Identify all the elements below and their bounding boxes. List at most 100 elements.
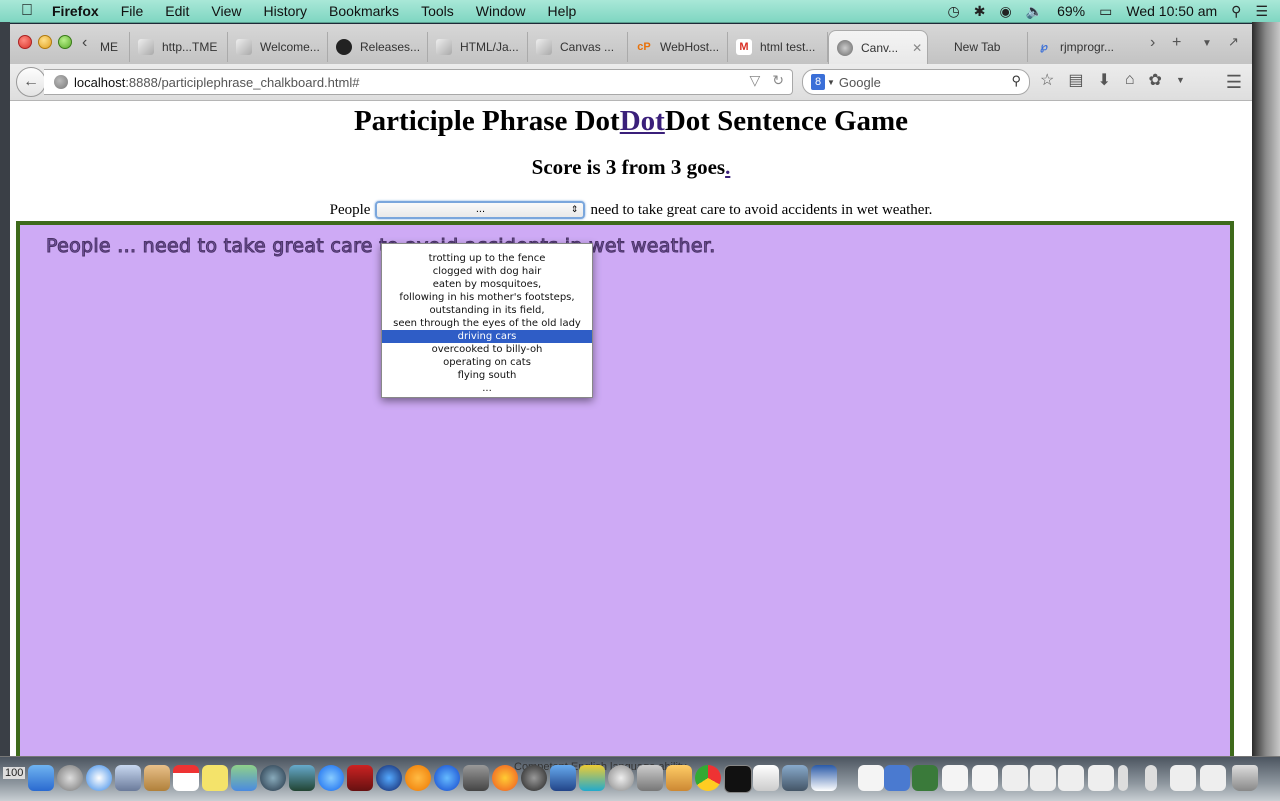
site-identity-icon[interactable] bbox=[54, 75, 68, 89]
time-machine-icon[interactable]: ◷ bbox=[948, 3, 960, 20]
url-bar[interactable]: localhost :8888/participlephrase_chalkbo… bbox=[44, 69, 793, 95]
addon-icon[interactable]: ✿ bbox=[1149, 70, 1162, 90]
menu-bookmarks[interactable]: Bookmarks bbox=[329, 3, 399, 19]
tab-html-ja[interactable]: HTML/Ja... bbox=[428, 32, 528, 62]
reading-list-icon[interactable]: ▤ bbox=[1068, 70, 1083, 90]
new-tab-icon[interactable]: + bbox=[1172, 34, 1181, 52]
script-editor-icon[interactable] bbox=[666, 765, 692, 791]
dropdown-option[interactable]: eaten by mosquitoes, bbox=[382, 278, 592, 291]
iphoto-icon[interactable] bbox=[289, 765, 315, 791]
spotlight-icon[interactable]: ⚲ bbox=[1231, 3, 1241, 20]
dropdown-option[interactable]: seen through the eyes of the old lady bbox=[382, 317, 592, 330]
dropdown-option[interactable]: ... bbox=[382, 382, 592, 395]
system-preferences-icon[interactable] bbox=[463, 765, 489, 791]
contacts-icon[interactable] bbox=[144, 765, 170, 791]
document-thumbnail[interactable] bbox=[1058, 765, 1084, 791]
tab-scroll-right-icon[interactable]: › bbox=[1150, 34, 1155, 52]
chrome-icon[interactable] bbox=[695, 765, 721, 791]
addon-dropdown-icon[interactable]: ▼ bbox=[1176, 75, 1185, 85]
tab-rjmprogr[interactable]: ℘ rjmprogr... bbox=[1028, 32, 1138, 62]
word-icon[interactable] bbox=[811, 765, 837, 791]
photo-booth-icon[interactable] bbox=[260, 765, 286, 791]
menu-firefox[interactable]: Firefox bbox=[52, 3, 99, 19]
utility-icon[interactable] bbox=[608, 765, 634, 791]
search-bar[interactable]: 8 ▼ Google ⚲ bbox=[802, 69, 1030, 95]
zoom-window-button[interactable] bbox=[58, 35, 72, 49]
tab-me[interactable]: ME bbox=[96, 32, 130, 62]
menu-history[interactable]: History bbox=[263, 3, 307, 19]
preview-icon[interactable] bbox=[782, 765, 808, 791]
trash-icon[interactable] bbox=[1232, 765, 1258, 791]
launchpad-icon[interactable] bbox=[57, 765, 83, 791]
document-thumbnail[interactable] bbox=[1118, 765, 1128, 791]
tab-canv-active[interactable]: Canv... ✕ bbox=[828, 30, 928, 64]
notification-center-icon[interactable]: ☰ bbox=[1255, 3, 1268, 20]
chalkboard-thumbnail[interactable] bbox=[912, 765, 938, 791]
battery-percent[interactable]: 69% bbox=[1057, 3, 1085, 19]
dropdown-option[interactable]: overcooked to billy-oh bbox=[382, 343, 592, 356]
score-link[interactable]: . bbox=[725, 155, 730, 179]
minimize-window-button[interactable] bbox=[38, 35, 52, 49]
tab-releases[interactable]: Releases... bbox=[328, 32, 428, 62]
notes-icon[interactable] bbox=[202, 765, 228, 791]
document-thumbnail[interactable] bbox=[1088, 765, 1114, 791]
engine-dropdown-icon[interactable]: ▼ bbox=[827, 78, 835, 87]
clock[interactable]: Wed 10:50 am bbox=[1126, 3, 1217, 19]
menu-view[interactable]: View bbox=[211, 3, 241, 19]
home-icon[interactable]: ⌂ bbox=[1125, 71, 1135, 89]
window-thumbnail[interactable] bbox=[884, 765, 910, 791]
menu-window[interactable]: Window bbox=[476, 3, 526, 19]
menu-file[interactable]: File bbox=[121, 3, 144, 19]
tab-http-tme[interactable]: http...TME bbox=[130, 32, 228, 62]
bluetooth-icon[interactable]: ✱ bbox=[974, 3, 986, 20]
maps-icon[interactable] bbox=[231, 765, 257, 791]
dropdown-option-highlighted[interactable]: driving cars bbox=[382, 330, 592, 343]
wifi-icon[interactable]: ◉ bbox=[999, 3, 1011, 20]
dropdown-option[interactable]: outstanding in its field, bbox=[382, 304, 592, 317]
downloads-icon[interactable]: ⬇ bbox=[1097, 70, 1110, 90]
gimp-icon[interactable] bbox=[521, 765, 547, 791]
ibooks-icon[interactable] bbox=[405, 765, 431, 791]
chalkboard-canvas[interactable]: People ... need to take great care to av… bbox=[16, 221, 1234, 756]
scissors-tool-icon[interactable] bbox=[637, 765, 663, 791]
volume-icon[interactable]: 🔈 bbox=[1026, 3, 1043, 20]
search-icon[interactable]: ⚲ bbox=[1011, 73, 1021, 89]
close-window-button[interactable] bbox=[18, 35, 32, 49]
dropdown-option[interactable]: operating on cats bbox=[382, 356, 592, 369]
xcode-icon[interactable] bbox=[550, 765, 576, 791]
title-dot-link[interactable]: Dot bbox=[620, 105, 665, 137]
tab-scroll-left-icon[interactable]: ‹ bbox=[82, 34, 87, 52]
apple-logo-icon[interactable]:  bbox=[18, 2, 36, 20]
tab-welcome[interactable]: Welcome... bbox=[228, 32, 328, 62]
firefox-window-thumbnail[interactable] bbox=[1170, 765, 1196, 791]
tab-canvas[interactable]: Canvas ... bbox=[528, 32, 628, 62]
messages-icon[interactable] bbox=[318, 765, 344, 791]
mail-icon[interactable] bbox=[115, 765, 141, 791]
back-button[interactable]: ← bbox=[16, 67, 46, 97]
dropdown-option[interactable]: following in his mother's footsteps, bbox=[382, 291, 592, 304]
menu-help[interactable]: Help bbox=[548, 3, 577, 19]
document-thumbnail[interactable] bbox=[1030, 765, 1056, 791]
dropdown-option[interactable]: trotting up to the fence bbox=[382, 252, 592, 265]
tab-webhost[interactable]: cP WebHost... bbox=[628, 32, 728, 62]
document-thumbnail[interactable] bbox=[858, 765, 884, 791]
document-thumbnail[interactable] bbox=[972, 765, 998, 791]
terminal-icon[interactable] bbox=[724, 765, 752, 793]
finder-icon[interactable] bbox=[28, 765, 54, 791]
document-thumbnail[interactable] bbox=[1145, 765, 1157, 791]
participle-phrase-select[interactable]: ... ⇕ bbox=[375, 201, 586, 219]
tab-new-tab[interactable]: New Tab bbox=[928, 32, 1028, 62]
fullscreen-icon[interactable]: ↗ bbox=[1228, 34, 1239, 50]
google-engine-icon[interactable]: 8 bbox=[811, 74, 825, 90]
itunes-icon[interactable] bbox=[376, 765, 402, 791]
bookmark-star-icon[interactable]: ☆ bbox=[1040, 70, 1054, 90]
menu-edit[interactable]: Edit bbox=[165, 3, 189, 19]
reload-icon[interactable]: ↻ bbox=[772, 72, 784, 89]
filezilla-icon[interactable] bbox=[579, 765, 605, 791]
safari-icon[interactable] bbox=[86, 765, 112, 791]
hamburger-menu-icon[interactable]: ☰ bbox=[1226, 72, 1242, 93]
tab-list-icon[interactable]: ▼ bbox=[1202, 38, 1212, 49]
textedit-icon[interactable] bbox=[753, 765, 779, 791]
firefox-window-thumbnail[interactable] bbox=[1200, 765, 1226, 791]
close-tab-icon[interactable]: ✕ bbox=[912, 41, 922, 55]
